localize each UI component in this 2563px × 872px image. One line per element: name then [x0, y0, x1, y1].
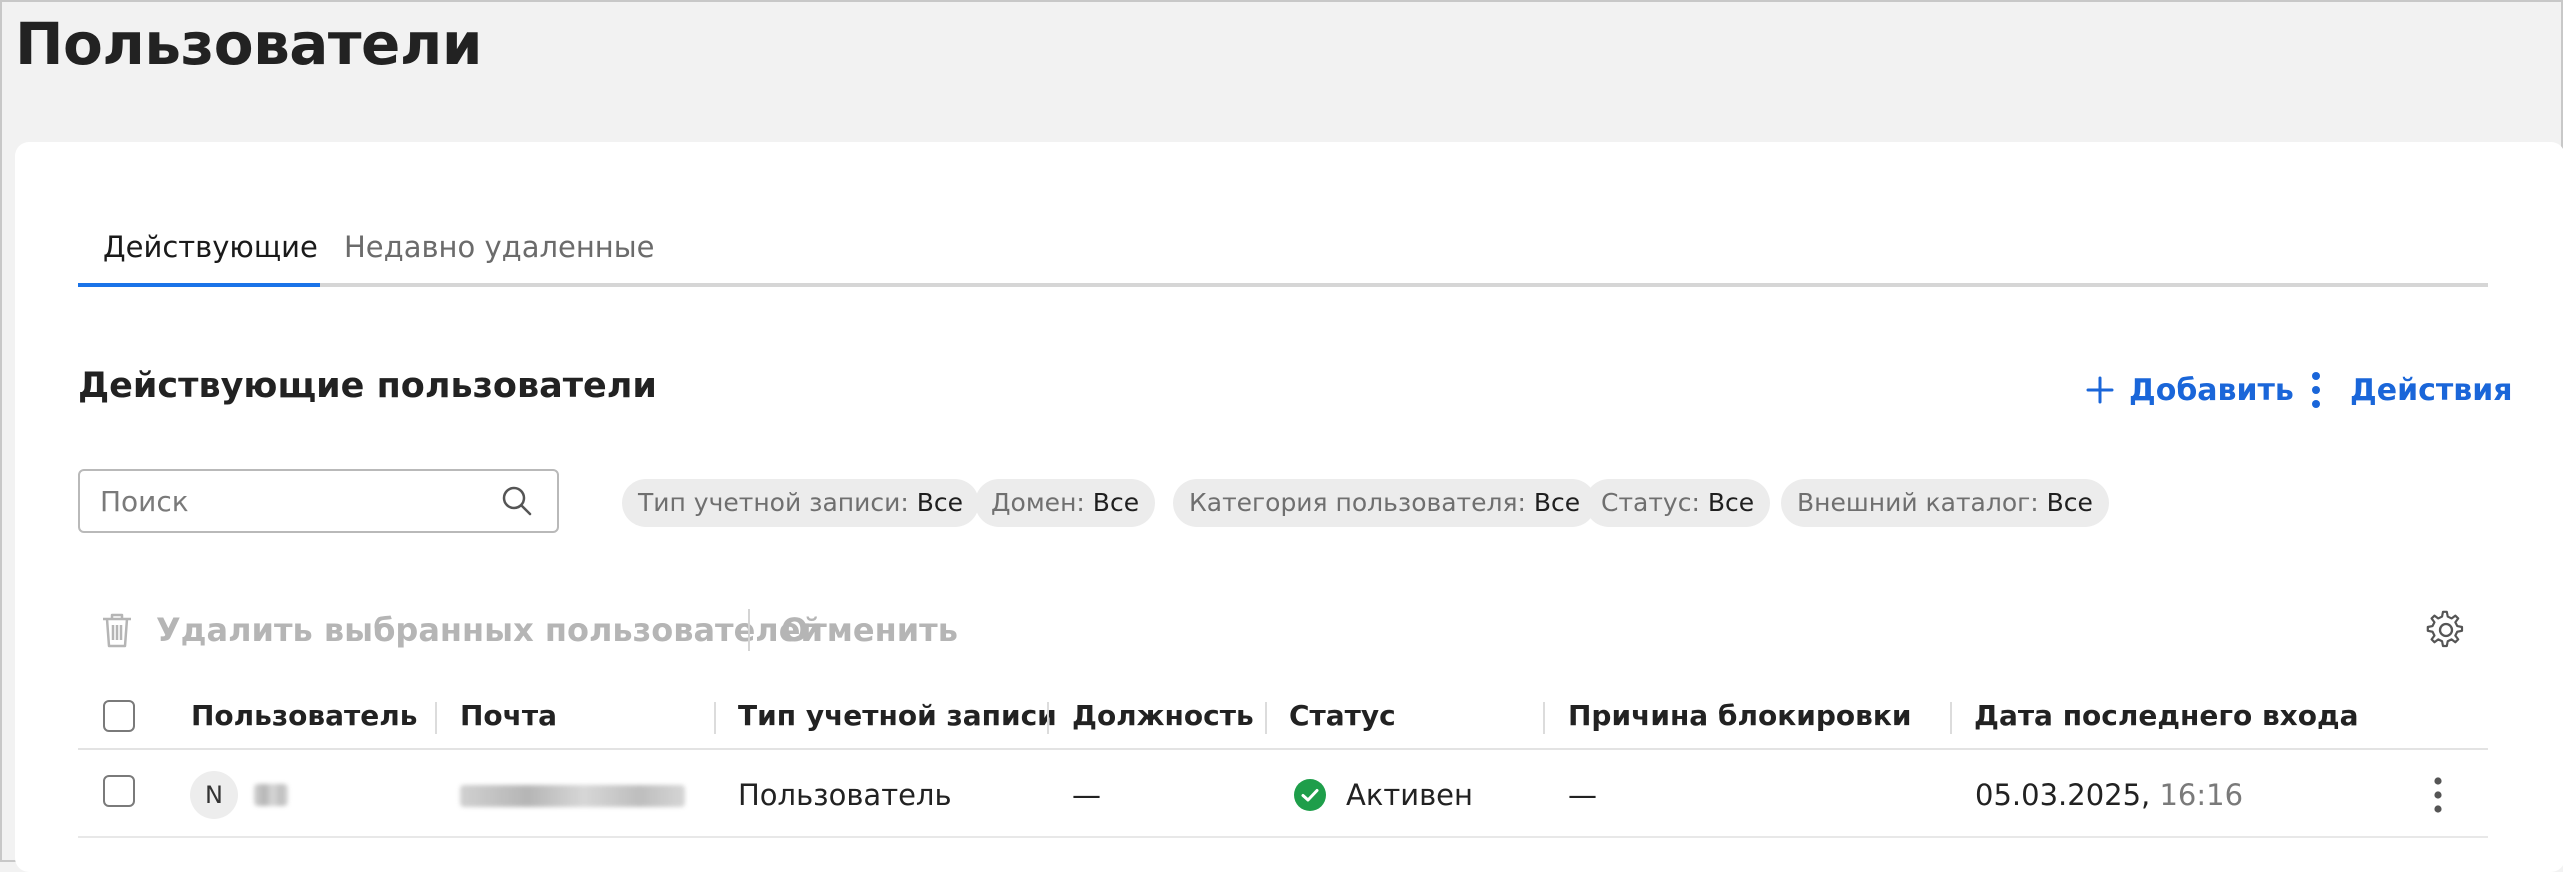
column-divider[interactable]	[714, 702, 716, 734]
filter-value: Все	[916, 488, 964, 517]
filter-external-catalog[interactable]: Внешний каталог: Все	[1781, 479, 2109, 527]
position-cell: —	[1072, 778, 1101, 812]
select-all-checkbox[interactable]	[103, 700, 135, 732]
filter-value: Все	[2046, 488, 2093, 517]
filter-name: Домен:	[991, 488, 1085, 517]
kebab-icon	[2312, 372, 2320, 408]
delete-selected-button[interactable]: Удалить выбранных пользователей	[100, 606, 823, 654]
column-header-status[interactable]: Статус	[1289, 682, 1396, 750]
tab-recently-deleted[interactable]: Недавно удаленные	[344, 207, 655, 287]
delete-selected-label: Удалить выбранных пользователей	[156, 611, 823, 649]
tab-bar: Действующие Недавно удаленные	[78, 207, 2488, 287]
column-header-position[interactable]: Должность	[1072, 682, 1254, 750]
column-divider[interactable]	[1265, 702, 1267, 734]
filter-account-type[interactable]: Тип учетной записи: Все	[622, 479, 980, 527]
tab-active-users[interactable]: Действующие	[103, 207, 318, 287]
search-field[interactable]	[78, 469, 559, 533]
search-input[interactable]	[100, 481, 480, 521]
active-tab-indicator	[78, 283, 320, 287]
add-button-label: Добавить	[2129, 372, 2294, 408]
page-title: Пользователи	[15, 10, 483, 78]
filter-name: Статус:	[1601, 488, 1700, 517]
column-header-account-type[interactable]: Тип учетной записи	[738, 682, 1057, 750]
filter-value: Все	[1092, 488, 1140, 517]
actions-menu-button[interactable]: Действия	[2310, 366, 2513, 414]
row-menu-kebab-icon[interactable]	[2432, 776, 2444, 814]
trash-icon	[103, 613, 131, 648]
status-active-icon	[1294, 779, 1326, 811]
column-header-last-login[interactable]: Дата последнего входа	[1974, 682, 2358, 750]
filter-name: Тип учетной записи:	[638, 488, 909, 517]
filter-user-category[interactable]: Категория пользователя: Все	[1173, 479, 1597, 527]
last-login-time: 16:16	[2159, 778, 2244, 812]
cancel-button[interactable]: Отменить	[781, 606, 958, 654]
column-divider[interactable]	[1543, 702, 1545, 734]
user-name-redacted	[254, 784, 288, 806]
row-select-checkbox[interactable]	[103, 775, 135, 807]
column-header-user[interactable]: Пользователь	[191, 682, 417, 750]
filter-value: Все	[1707, 488, 1755, 517]
add-user-button[interactable]: Добавить	[2085, 366, 2294, 414]
column-divider[interactable]	[435, 702, 437, 734]
app-frame: Пользователи Действующие Недавно удаленн…	[0, 0, 2563, 872]
filter-name: Категория пользователя:	[1189, 488, 1526, 517]
gear-icon[interactable]	[2426, 610, 2466, 650]
column-header-block-reason[interactable]: Причина блокировки	[1568, 682, 1911, 750]
search-icon	[502, 486, 532, 516]
bulk-divider	[748, 609, 750, 651]
table-row[interactable]: N Пользователь — Активен — 05.03.2025, 1…	[78, 752, 2488, 838]
email-redacted	[460, 785, 685, 807]
filter-value: Все	[1533, 488, 1581, 517]
table-header: Пользователь Почта Тип учетной записи До…	[78, 682, 2488, 750]
status-cell: Активен	[1346, 778, 1473, 812]
check-icon	[1301, 789, 1319, 802]
last-login-date: 05.03.2025,	[1975, 778, 2151, 812]
filter-status[interactable]: Статус: Все	[1585, 479, 1771, 527]
plus-icon	[2086, 376, 2114, 404]
block-reason-cell: —	[1568, 778, 1597, 812]
last-login-cell: 05.03.2025, 16:16	[1975, 752, 2243, 838]
column-divider[interactable]	[1047, 702, 1049, 734]
column-divider[interactable]	[1950, 702, 1952, 734]
filter-domain[interactable]: Домен: Все	[975, 479, 1156, 527]
filter-name: Внешний каталог:	[1797, 488, 2039, 517]
account-type-cell: Пользователь	[738, 778, 952, 812]
section-title: Действующие пользователи	[78, 366, 657, 406]
actions-button-label: Действия	[2350, 372, 2513, 408]
column-header-email[interactable]: Почта	[460, 682, 557, 750]
avatar: N	[190, 771, 238, 819]
